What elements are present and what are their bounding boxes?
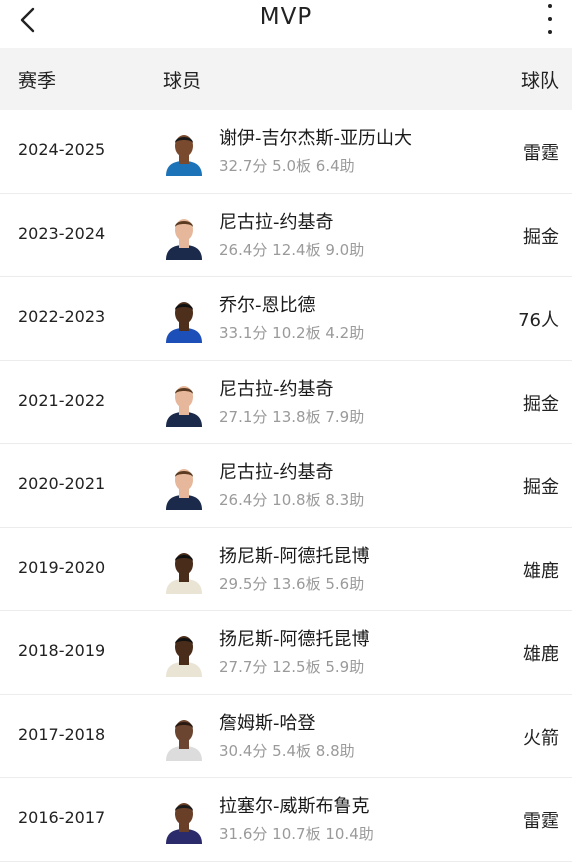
player-stats: 31.6分 10.7板 10.4助 (219, 825, 374, 843)
season-label: 2018-2019 (18, 641, 106, 660)
mvp-list: 2024-2025 谢伊-吉尔杰斯-亚历山大 32.7分 5.0板 6.4助 雷霆 20… (0, 110, 572, 862)
team-label: 雄鹿 (523, 644, 559, 665)
player-name: 谢伊-吉尔杰斯-亚历山大 (219, 128, 412, 149)
player-avatar (164, 295, 204, 343)
team-label: 雷霆 (523, 811, 559, 832)
player-column-header: 球员 (163, 70, 202, 92)
season-label: 2016-2017 (18, 808, 106, 827)
player-stats: 27.7分 12.5板 5.9助 (219, 658, 365, 676)
team-label: 掘金 (523, 226, 559, 248)
player-name: 尼古拉-约基奇 (219, 462, 334, 483)
season-label: 2023-2024 (18, 223, 106, 243)
table-row[interactable]: 2021-2022 尼古拉-约基奇 27.1分 13.8板 7.9助 掘金 (0, 361, 572, 444)
more-dot-icon (548, 30, 552, 34)
player-avatar (164, 546, 204, 594)
player-avatar (164, 629, 204, 677)
table-row[interactable]: 2020-2021 尼古拉-约基奇 26.4分 10.8板 8.3助 掘金 (0, 444, 572, 528)
player-stats: 33.1分 10.2板 4.2助 (219, 324, 365, 342)
season-label: 2020-2021 (18, 474, 106, 493)
team-label: 雷霆 (523, 143, 559, 164)
more-menu-button[interactable] (544, 2, 556, 36)
player-name: 扬尼斯-阿德托昆博 (219, 545, 370, 567)
season-label: 2019-2020 (18, 557, 106, 577)
player-name: 乔尔-恩比德 (219, 295, 316, 316)
player-avatar (164, 462, 204, 510)
player-name: 尼古拉-约基奇 (219, 378, 334, 400)
page-title: MVP (259, 4, 313, 30)
player-name: 拉塞尔-威斯布鲁克 (219, 796, 370, 817)
table-row[interactable]: 2017-2018 詹姆斯-哈登 30.4分 5.4板 8.8助 火箭 (0, 695, 572, 778)
player-stats: 27.1分 13.8板 7.9助 (219, 407, 365, 426)
season-label: 2021-2022 (18, 390, 106, 410)
team-column-header: 球队 (520, 70, 559, 92)
team-label: 掘金 (523, 393, 559, 415)
more-dot-icon (548, 4, 552, 8)
player-name: 扬尼斯-阿德托昆博 (219, 629, 370, 650)
season-label: 2024-2025 (18, 140, 106, 159)
player-name: 尼古拉-约基奇 (219, 211, 334, 233)
player-stats: 32.7分 5.0板 6.4助 (219, 157, 355, 175)
table-row[interactable]: 2019-2020 扬尼斯-阿德托昆博 29.5分 13.6板 5.6助 雄鹿 (0, 528, 572, 611)
player-stats: 26.4分 10.8板 8.3助 (219, 491, 365, 509)
player-avatar (164, 128, 204, 176)
player-avatar (164, 212, 204, 260)
table-row[interactable]: 2024-2025 谢伊-吉尔杰斯-亚历山大 32.7分 5.0板 6.4助 雷霆 (0, 110, 572, 194)
player-name: 詹姆斯-哈登 (219, 712, 316, 734)
team-label: 76人 (518, 310, 559, 331)
team-label: 雄鹿 (523, 560, 559, 582)
table-row[interactable]: 2018-2019 扬尼斯-阿德托昆博 27.7分 12.5板 5.9助 雄鹿 (0, 611, 572, 695)
player-stats: 30.4分 5.4板 8.8助 (219, 741, 355, 760)
table-row[interactable]: 2023-2024 尼古拉-约基奇 26.4分 12.4板 9.0助 掘金 (0, 194, 572, 277)
top-bar: MVP (0, 0, 572, 48)
player-avatar (164, 713, 204, 761)
player-stats: 29.5分 13.6板 5.6助 (219, 574, 365, 593)
more-dot-icon (548, 17, 552, 21)
table-row[interactable]: 2016-2017 拉塞尔-威斯布鲁克 31.6分 10.7板 10.4助 雷霆 (0, 778, 572, 862)
table-header: 赛季 球员 球队 (0, 48, 572, 110)
player-avatar (164, 379, 204, 427)
player-stats: 26.4分 12.4板 9.0助 (219, 240, 365, 259)
season-label: 2022-2023 (18, 307, 106, 326)
team-label: 掘金 (523, 477, 559, 498)
season-label: 2017-2018 (18, 724, 106, 744)
season-column-header: 赛季 (18, 70, 57, 92)
player-avatar (164, 796, 204, 844)
table-row[interactable]: 2022-2023 乔尔-恩比德 33.1分 10.2板 4.2助 76人 (0, 277, 572, 361)
team-label: 火箭 (523, 727, 559, 749)
